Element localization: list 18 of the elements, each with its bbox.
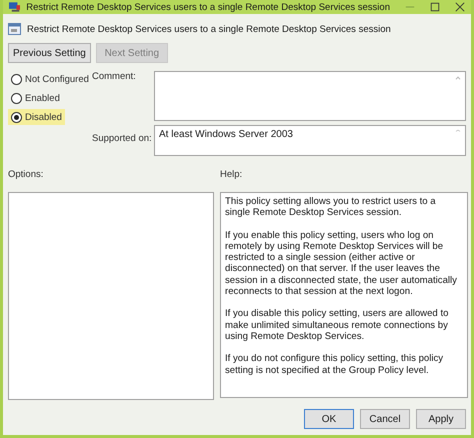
help-label: Help: — [220, 169, 242, 180]
comment-label: Comment: — [92, 71, 137, 84]
supported-on-label: Supported on: — [92, 133, 153, 146]
radio-option[interactable]: Not Configured — [8, 71, 92, 87]
radio-option[interactable]: Enabled — [8, 90, 63, 106]
options-label: Options: — [8, 169, 44, 180]
supported-on-field: At least Windows Server 2003 — [154, 125, 466, 156]
radio-option[interactable]: Disabled — [8, 109, 65, 125]
help-paragraph: If you do not configure this policy setting, this policy setting is not specified at the Group Policy level. — [225, 353, 444, 376]
cancel-button[interactable]: Cancel — [360, 409, 410, 429]
help-paragraph: This policy setting allows you to restrict users to a single Remote Desktop Services session. — [225, 196, 437, 219]
apply-button[interactable]: Apply — [416, 409, 466, 429]
previous-setting-button[interactable]: Previous Setting — [8, 43, 91, 63]
help-paragraph: If you enable this policy setting, users who log on remotely by using Remote Desktop Services will be restricted to a single session (either active or disconnected) on that server. If the user leaves the session in a disconnected state, the user automatically reconnects to that session at the next logon. — [225, 230, 458, 298]
policy-title: Restrict Remote Desktop Services users to a single Remote Desktop Services session — [27, 24, 391, 34]
window-title: Restrict Remote Desktop Services users to a single Remote Desktop Services session — [26, 2, 390, 12]
ok-button[interactable]: OK — [304, 409, 354, 429]
help-paragraph: If you disable this policy setting, users are allowed to make unlimited simultaneous remote connections by using Remote Desktop Services. — [225, 308, 450, 342]
